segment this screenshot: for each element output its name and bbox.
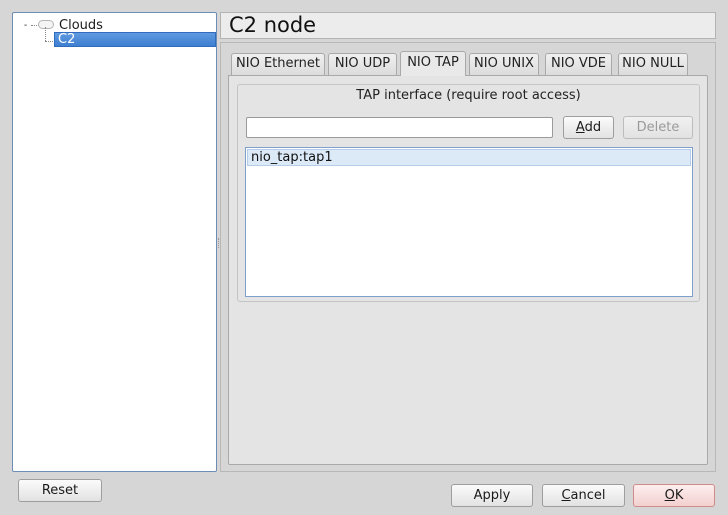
tab-nio-unix[interactable]: NIO UNIX (469, 53, 539, 75)
reset-button[interactable]: Reset (18, 479, 102, 502)
node-tree[interactable]: - Clouds C2 (12, 12, 217, 472)
apply-button[interactable]: Apply (451, 484, 533, 507)
delete-button[interactable]: Delete (623, 116, 693, 139)
cancel-button[interactable]: Cancel (542, 484, 625, 507)
collapse-icon[interactable]: - (21, 21, 30, 31)
ok-button[interactable]: OK (633, 484, 715, 507)
tap-interface-input[interactable] (246, 117, 553, 138)
tab-nio-tap[interactable]: NIO TAP (400, 51, 466, 76)
cloud-icon (38, 20, 54, 29)
title-bar: C2 node (220, 12, 716, 39)
tab-nio-null[interactable]: NIO NULL (618, 53, 688, 75)
tab-nio-vde[interactable]: NIO VDE (545, 53, 612, 75)
list-item[interactable]: nio_tap:tap1 (247, 149, 691, 166)
tree-connector (45, 27, 46, 41)
cloud-node-config-dialog: - Clouds C2 C2 node NIO Ethernet NIO UDP… (0, 0, 728, 515)
tap-interface-list[interactable]: nio_tap:tap1 (245, 147, 693, 297)
tree-item-c2[interactable]: C2 (54, 32, 216, 47)
page-title: C2 node (229, 13, 317, 37)
group-title: TAP interface (require root access) (356, 88, 581, 103)
tab-nio-udp[interactable]: NIO UDP (328, 53, 397, 75)
add-button[interactable]: Add (563, 116, 614, 139)
tab-nio-ethernet[interactable]: NIO Ethernet (231, 53, 325, 75)
